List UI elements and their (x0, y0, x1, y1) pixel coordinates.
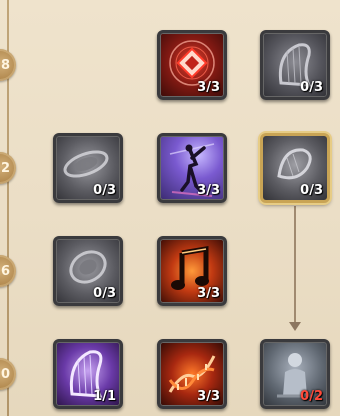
rank-counter: 3/3 (197, 389, 220, 404)
tier-badge-16: 16 (0, 255, 16, 287)
arrow-down-icon (289, 322, 301, 331)
rank-counter: 0/3 (300, 80, 323, 95)
talent-node-harp-locked[interactable]: 0/3 (260, 30, 330, 100)
talent-node-statue-locked[interactable]: 0/2 (260, 339, 330, 409)
tier-badge-20: 20 (0, 358, 16, 390)
prerequisite-connector (294, 206, 296, 326)
rank-counter: 0/2 (300, 389, 323, 404)
tier-label: 16 (0, 263, 10, 279)
talent-node-orbit-ring-locked-2[interactable]: 0/3 (53, 236, 123, 306)
tier-label: 20 (0, 366, 10, 382)
talent-node-music-note[interactable]: 3/3 (157, 236, 227, 306)
rank-counter: 0/3 (93, 183, 116, 198)
tier-badge-8: 8 (0, 49, 16, 81)
talent-node-dna-helix[interactable]: 3/3 (157, 339, 227, 409)
rank-counter: 1/1 (93, 389, 116, 404)
tier-label: 8 (0, 57, 10, 73)
talent-node-crystal-rune[interactable]: 3/3 (157, 30, 227, 100)
rank-counter: 0/3 (300, 183, 323, 198)
rank-counter: 0/3 (93, 286, 116, 301)
rank-counter: 3/3 (197, 286, 220, 301)
rank-counter: 3/3 (197, 80, 220, 95)
tier-badge-12: 12 (0, 152, 16, 184)
talent-node-dancer[interactable]: 3/3 (157, 133, 227, 203)
tier-label: 12 (0, 160, 10, 176)
talent-node-orbit-ring-locked[interactable]: 0/3 (53, 133, 123, 203)
talent-node-harp-selected[interactable]: 0/3 (260, 133, 330, 203)
rank-counter: 3/3 (197, 183, 220, 198)
talent-node-harp-purple[interactable]: 1/1 (53, 339, 123, 409)
